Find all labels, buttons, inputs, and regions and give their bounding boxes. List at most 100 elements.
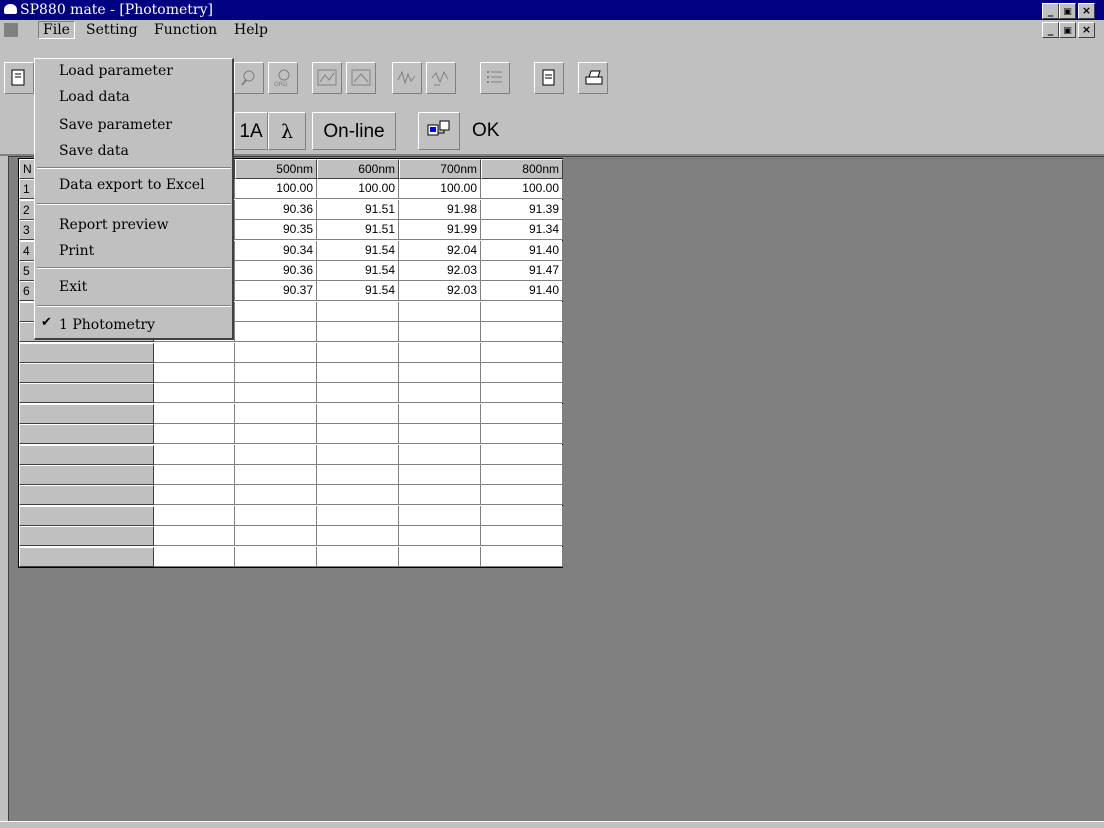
grid-cell[interactable]	[399, 424, 481, 445]
grid-cell[interactable]: 91.99	[399, 220, 481, 241]
grid-cell[interactable]	[235, 444, 317, 465]
smoothing-icon[interactable]	[426, 62, 456, 94]
online-button[interactable]: On-line	[312, 112, 396, 150]
grid-cell[interactable]	[481, 342, 563, 363]
grid-row-header[interactable]	[19, 444, 154, 465]
printer-icon[interactable]	[578, 62, 608, 94]
grid-column-header[interactable]: 800nm	[481, 159, 563, 179]
grid-cell[interactable]: 100.00	[235, 179, 317, 200]
grid-row-header[interactable]	[19, 424, 154, 445]
restore-button[interactable]: ▣	[1059, 3, 1076, 19]
grid-cell[interactable]	[317, 342, 399, 363]
grid-cell[interactable]	[399, 485, 481, 506]
grid-cell[interactable]	[235, 505, 317, 526]
grid-cell[interactable]: 91.54	[317, 281, 399, 302]
grid-cell[interactable]: 90.36	[235, 199, 317, 220]
grid-cell[interactable]: 91.54	[317, 240, 399, 261]
menu-item-save-data[interactable]: Save data	[59, 143, 129, 159]
grid-row-header[interactable]	[19, 465, 154, 485]
menu-function[interactable]: Function	[150, 22, 221, 38]
zoom-origin-icon[interactable]: ORG	[268, 62, 298, 94]
grid-row-header[interactable]	[19, 363, 154, 383]
grid-cell[interactable]	[481, 424, 563, 445]
grid-cell[interactable]	[154, 485, 235, 506]
menu-help[interactable]: Help	[230, 22, 272, 38]
grid-cell[interactable]	[317, 485, 399, 506]
grid-cell[interactable]	[154, 546, 235, 567]
list-icon[interactable]	[480, 62, 510, 94]
grid-cell[interactable]	[399, 526, 481, 547]
child-restore-button[interactable]: ▣	[1059, 22, 1076, 38]
grid-cell[interactable]	[154, 465, 235, 485]
grid-cell[interactable]	[317, 363, 399, 383]
grid-row-header[interactable]	[19, 526, 154, 547]
peak-icon[interactable]	[312, 62, 342, 94]
grid-cell[interactable]	[481, 465, 563, 485]
grid-cell[interactable]	[399, 363, 481, 383]
baseline-icon[interactable]	[346, 62, 376, 94]
grid-cell[interactable]	[317, 505, 399, 526]
child-minimize-button[interactable]: _	[1042, 22, 1059, 38]
grid-row-header[interactable]	[19, 485, 154, 506]
grid-cell[interactable]: 91.51	[317, 220, 399, 241]
menu-item-recent-photometry[interactable]: 1 Photometry	[59, 317, 155, 333]
grid-row-header[interactable]	[19, 383, 154, 404]
connect-icon[interactable]	[418, 112, 460, 150]
child-window-icon[interactable]	[4, 23, 18, 37]
grid-column-header[interactable]: 600nm	[317, 159, 399, 179]
grid-cell[interactable]	[481, 322, 563, 343]
grid-cell[interactable]	[235, 301, 317, 322]
child-close-button[interactable]: ×	[1078, 22, 1095, 38]
grid-row-header[interactable]	[19, 505, 154, 526]
grid-cell[interactable]	[481, 485, 563, 506]
grid-cell[interactable]	[317, 526, 399, 547]
grid-cell[interactable]	[399, 465, 481, 485]
grid-cell[interactable]	[235, 465, 317, 485]
grid-cell[interactable]	[317, 383, 399, 404]
grid-cell[interactable]: 91.39	[481, 199, 563, 220]
grid-cell[interactable]	[399, 322, 481, 343]
grid-cell[interactable]	[154, 342, 235, 363]
grid-cell[interactable]	[481, 403, 563, 424]
grid-cell[interactable]	[154, 363, 235, 383]
grid-cell[interactable]	[235, 363, 317, 383]
grid-cell[interactable]	[399, 403, 481, 424]
grid-cell[interactable]: 91.40	[481, 240, 563, 261]
grid-cell[interactable]: 92.03	[399, 261, 481, 281]
menu-item-load-data[interactable]: Load data	[59, 89, 130, 105]
menu-item-save-parameter[interactable]: Save parameter	[59, 117, 172, 133]
grid-cell[interactable]	[235, 546, 317, 567]
grid-cell[interactable]: 90.34	[235, 240, 317, 261]
grid-cell[interactable]	[235, 403, 317, 424]
grid-cell[interactable]: 100.00	[317, 179, 399, 200]
menu-item-load-parameter[interactable]: Load parameter	[59, 63, 173, 79]
grid-cell[interactable]	[154, 383, 235, 404]
grid-cell[interactable]	[317, 322, 399, 343]
grid-cell[interactable]	[317, 424, 399, 445]
menu-file[interactable]: File	[38, 21, 75, 39]
grid-cell[interactable]: 91.51	[317, 199, 399, 220]
grid-cell[interactable]: 90.37	[235, 281, 317, 302]
new-document-icon[interactable]	[4, 62, 34, 94]
menu-item-report-preview[interactable]: Report preview	[59, 217, 169, 233]
minimize-button[interactable]: _	[1042, 3, 1059, 19]
grid-cell[interactable]	[481, 444, 563, 465]
grid-cell[interactable]	[235, 342, 317, 363]
grid-cell[interactable]	[399, 301, 481, 322]
grid-cell[interactable]: 91.40	[481, 281, 563, 302]
grid-cell[interactable]	[317, 444, 399, 465]
grid-column-header[interactable]: 500nm	[235, 159, 317, 179]
grid-cell[interactable]: 90.35	[235, 220, 317, 241]
grid-cell[interactable]	[481, 546, 563, 567]
report-icon[interactable]	[534, 62, 564, 94]
zoom-icon[interactable]	[234, 62, 264, 94]
grid-cell[interactable]	[481, 505, 563, 526]
derivative-icon[interactable]	[392, 62, 422, 94]
grid-row-header[interactable]	[19, 546, 154, 567]
grid-cell[interactable]: 91.34	[481, 220, 563, 241]
grid-cell[interactable]: 91.47	[481, 261, 563, 281]
menu-item-export-excel[interactable]: Data export to Excel	[59, 177, 205, 193]
grid-cell[interactable]	[317, 546, 399, 567]
grid-cell[interactable]	[481, 363, 563, 383]
grid-cell[interactable]	[317, 301, 399, 322]
